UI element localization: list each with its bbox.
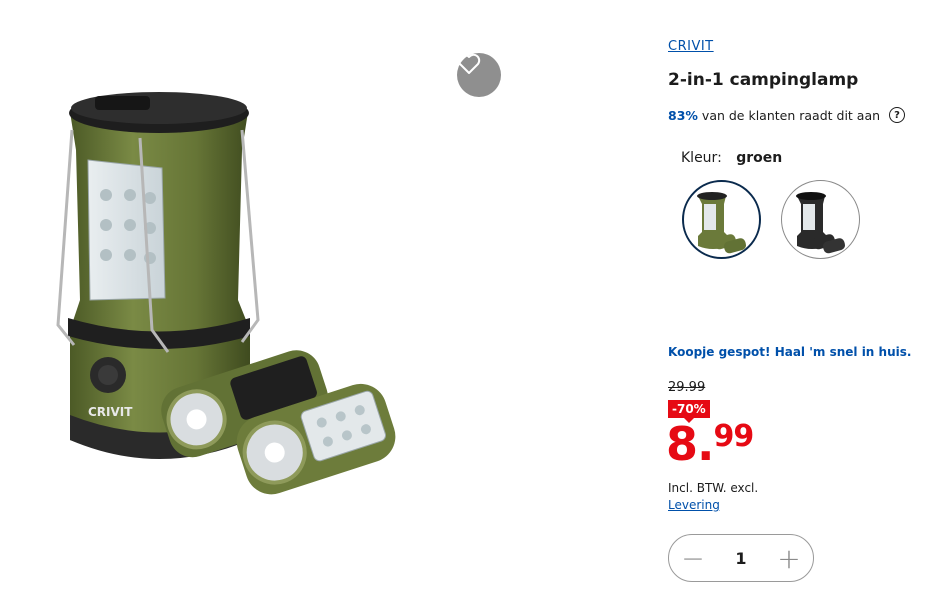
selected-color: groen: [736, 150, 783, 166]
recommend-text: van de klanten raadt dit aan: [701, 107, 881, 123]
decrease-button[interactable]: −: [679, 542, 707, 575]
heart-icon: [457, 53, 481, 74]
color-swatch-zwart[interactable]: [781, 180, 860, 259]
favorite-button[interactable]: [457, 53, 501, 97]
price-main: 8.: [666, 417, 714, 471]
quantity-value[interactable]: 1: [735, 549, 746, 568]
product-image-gallery: CRIVIT: [0, 0, 560, 595]
delivery-link[interactable]: Levering: [668, 498, 720, 512]
tax-note: Incl. BTW. excl.: [668, 481, 759, 495]
lantern-brand-label: CRIVIT: [88, 405, 133, 419]
price-decimals: 99: [713, 419, 754, 454]
product-title: 2-in-1 campinglamp: [668, 70, 859, 90]
swatch-image-black: [796, 192, 846, 254]
color-selector-label: Kleur: groen: [681, 150, 782, 166]
recommendation-rate: 83% van de klanten raadt dit aan ?: [668, 107, 906, 123]
recommend-percent: 83%: [668, 107, 698, 123]
increase-button[interactable]: +: [775, 542, 803, 575]
help-icon[interactable]: ?: [889, 107, 906, 123]
old-price: 29.99: [668, 380, 706, 395]
quantity-stepper: − 1 +: [668, 534, 814, 582]
brand-link[interactable]: CRIVIT: [668, 39, 714, 54]
discount-badge: -70%: [668, 400, 710, 423]
current-price: 8.99: [666, 419, 754, 467]
color-swatch-groen[interactable]: [682, 180, 761, 259]
color-label: Kleur:: [681, 150, 722, 166]
promo-text: Koopje gespot! Haal 'm snel in huis.: [668, 345, 912, 359]
swatch-image-green: [697, 192, 747, 254]
